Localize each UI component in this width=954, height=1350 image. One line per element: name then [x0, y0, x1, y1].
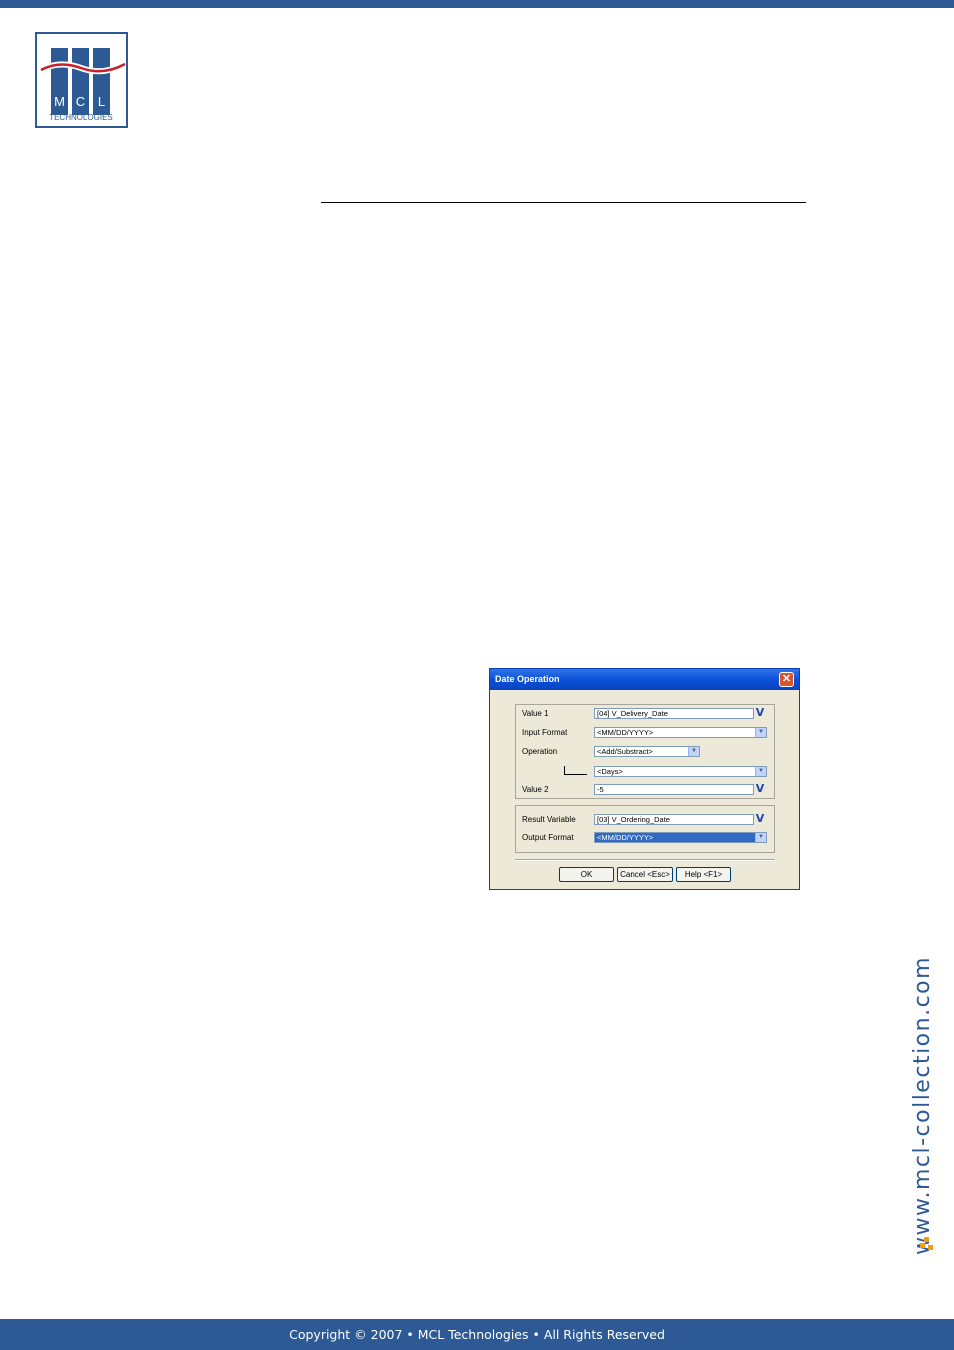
close-icon[interactable]: ✕	[779, 672, 794, 687]
date-operation-dialog: Date Operation ✕ Value 1 [04] V_Delivery…	[489, 668, 800, 890]
side-url: www.mcl-collection.com	[910, 955, 935, 1255]
footer: Copyright © 2007 • MCL Technologies • Al…	[0, 1319, 954, 1350]
dialog-title: Date Operation	[495, 674, 560, 684]
variable-select-icon[interactable]: V	[754, 707, 766, 719]
input-format-value: <MM/DD/YYYY>	[597, 728, 654, 737]
variable-select-icon[interactable]: V	[754, 813, 766, 825]
value2-label: Value 2	[522, 785, 549, 794]
output-format-select[interactable]: <MM/DD/YYYY> ▼	[594, 832, 767, 843]
logo-subtext: TECHNOLOGIES	[49, 113, 113, 122]
input-format-label: Input Format	[522, 728, 568, 737]
cancel-button[interactable]: Cancel <Esc>	[617, 867, 673, 882]
bullet-squares-icon	[920, 1237, 933, 1250]
chevron-down-icon[interactable]: ▼	[755, 833, 766, 842]
operation-value: <Add/Substract>	[597, 747, 653, 756]
result-variable-field[interactable]: [03] V_Ordering_Date	[594, 814, 754, 825]
value1-label: Value 1	[522, 709, 549, 718]
help-button[interactable]: Help <F1>	[676, 867, 731, 882]
chevron-down-icon[interactable]: ▼	[755, 767, 766, 776]
result-variable-label: Result Variable	[522, 815, 576, 824]
header-rule	[321, 202, 806, 203]
value2-field[interactable]: -5	[594, 784, 754, 795]
dialog-titlebar[interactable]: Date Operation ✕	[490, 669, 799, 690]
unit-select[interactable]: <Days> ▼	[594, 766, 767, 777]
chevron-down-icon[interactable]: ▼	[755, 728, 766, 737]
output-format-value: <MM/DD/YYYY>	[597, 833, 654, 842]
footer-copyright: Copyright © 2007 • MCL Technologies • Al…	[289, 1327, 665, 1342]
button-separator	[515, 859, 775, 861]
logo-letter-l: L	[98, 94, 105, 109]
operation-select[interactable]: <Add/Substract> ▼	[594, 746, 700, 757]
result-group	[515, 805, 775, 853]
output-format-label: Output Format	[522, 833, 574, 842]
value1-field[interactable]: [04] V_Delivery_Date	[594, 708, 754, 719]
chevron-down-icon[interactable]: ▼	[688, 747, 699, 756]
mcl-logo: M C L TECHNOLOGIES	[35, 32, 128, 128]
logo-letter-m: M	[54, 94, 65, 109]
input-format-select[interactable]: <MM/DD/YYYY> ▼	[594, 727, 767, 738]
ok-button[interactable]: OK	[559, 867, 614, 882]
variable-select-icon[interactable]: V	[754, 783, 766, 795]
connector-line	[564, 766, 587, 775]
top-bar	[0, 0, 954, 8]
unit-value: <Days>	[597, 767, 623, 776]
logo-letter-c: C	[76, 94, 85, 109]
operation-label: Operation	[522, 747, 558, 756]
